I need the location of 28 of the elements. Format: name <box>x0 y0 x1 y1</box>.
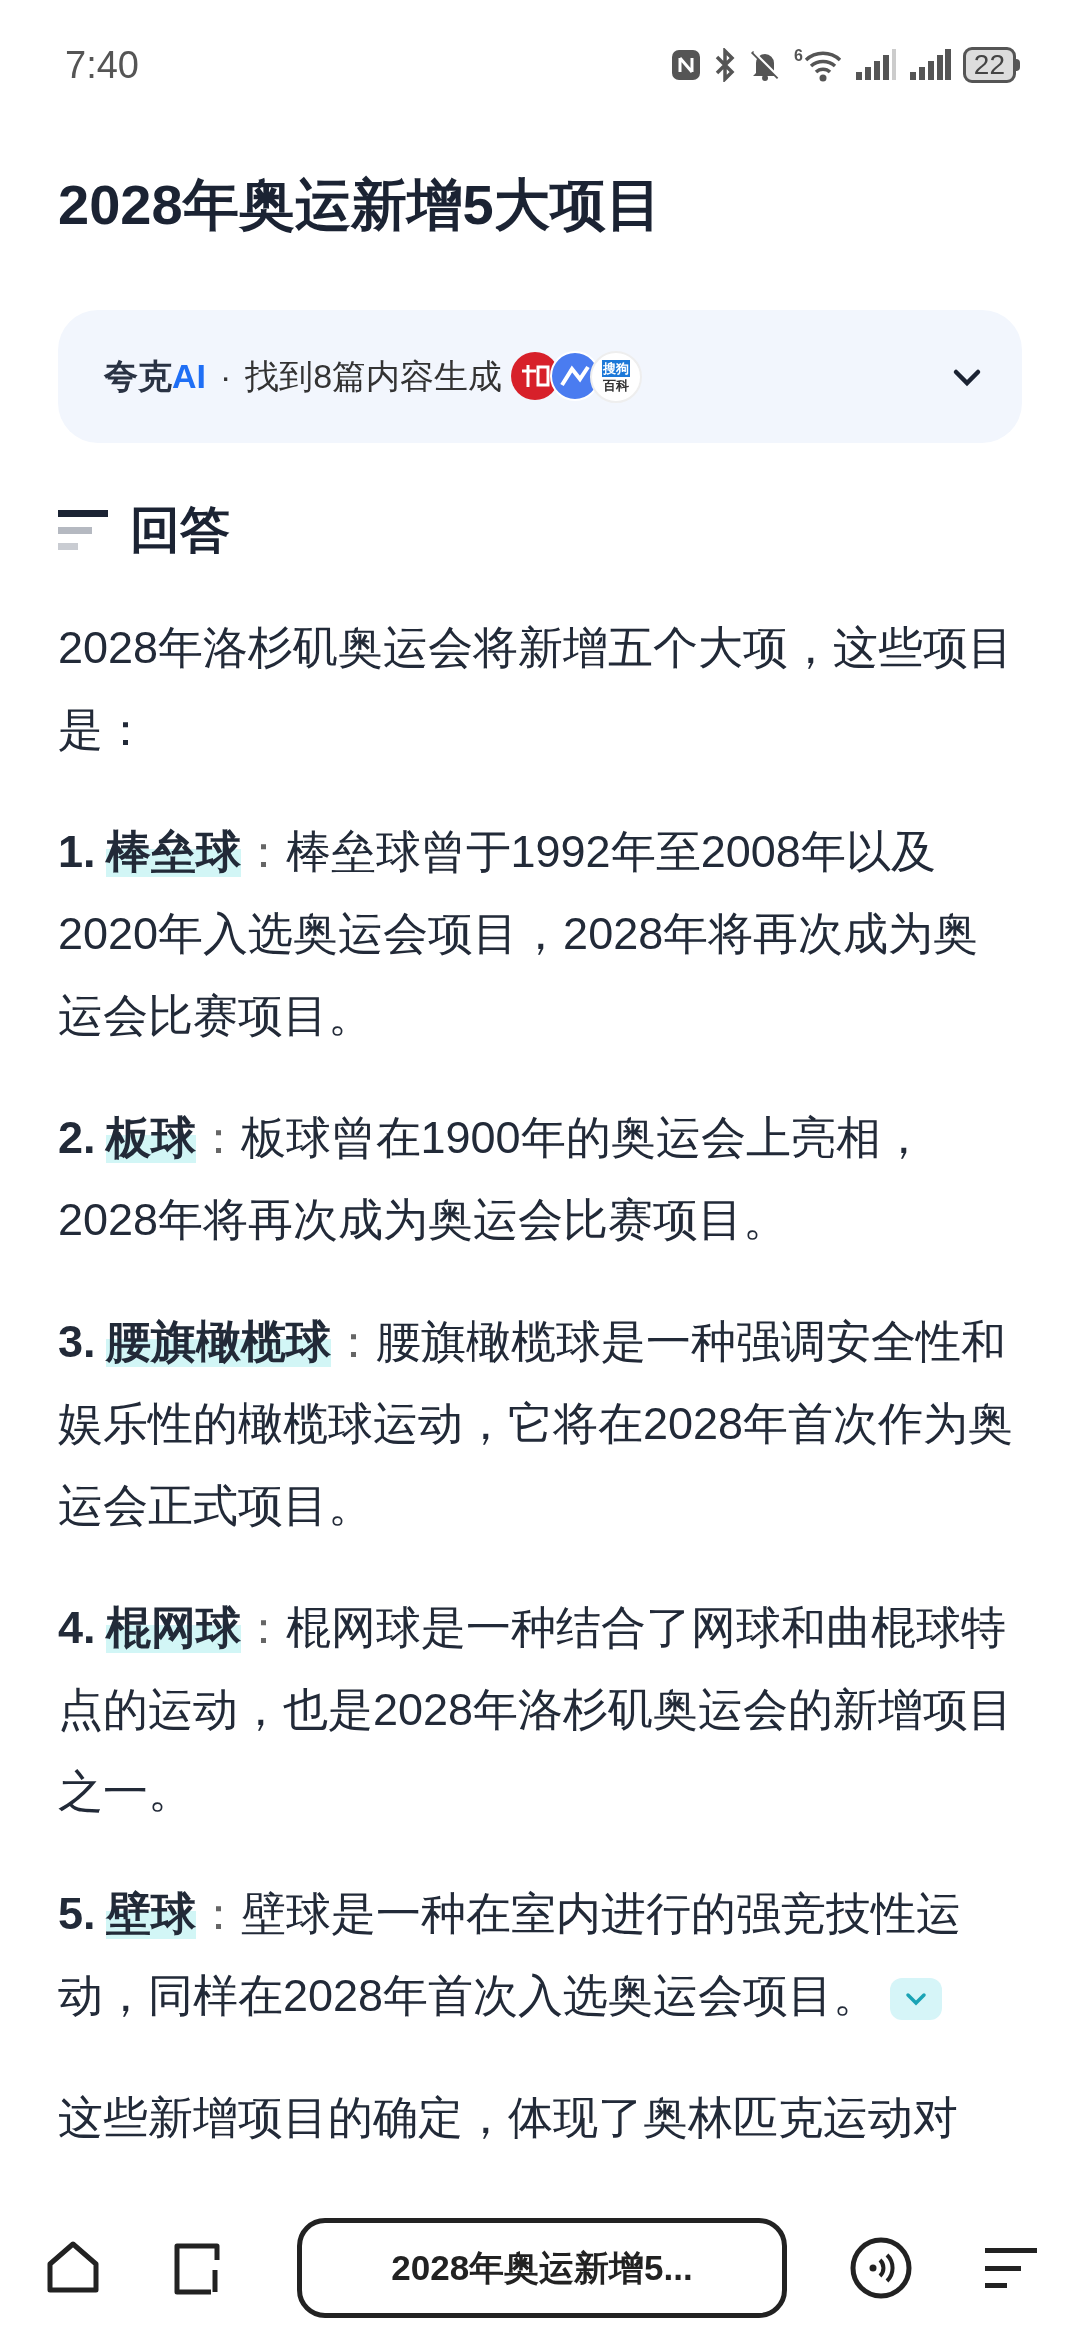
menu-icon[interactable] <box>985 2246 1037 2290</box>
signal-icon <box>908 48 951 82</box>
home-icon[interactable] <box>45 2240 101 2296</box>
nfc-icon <box>669 48 702 82</box>
conclusion-paragraph: 这些新增项目的确定，体现了奥林匹克运动对 <box>58 2091 959 2145</box>
logo-text: 搜狗 <box>602 359 631 377</box>
bluetooth-icon <box>713 48 736 82</box>
separator: · <box>220 356 232 397</box>
intro-paragraph: 2028年洛杉矶奥运会将新增五个大项，这些项目是： <box>58 621 1014 757</box>
list-item-paragraph: 1. 棒垒球：棒垒球曾于1992年至2008年以及2020年入选奥运会项目，2028年将再次成为奥运会比赛项目。 <box>58 825 980 1043</box>
brand-label: 夸克AI <box>104 356 206 397</box>
battery-level: 22 <box>962 47 1016 83</box>
current-tab-button[interactable]: 2028年奥运新增5... <box>297 2218 787 2318</box>
list-item-paragraph: 3. 腰旗橄榄球：腰旗橄榄球是一种强调安全性和娱乐性的橄榄球运动，它将在2028年首次作为奥运会正式项目。 <box>58 1315 1014 1533</box>
list-icon <box>58 507 110 553</box>
expand-icon[interactable] <box>890 1978 943 2021</box>
list-item-paragraph: 4. 棍网球：棍网球是一种结合了网球和曲棍球特点的运动，也是2028年洛杉矶奥运会的新增项目之一。 <box>58 1601 1014 1819</box>
page-title: 2028年奥运新增5大项目 <box>58 172 663 238</box>
answer-heading: 回答 <box>130 500 230 560</box>
audio-icon[interactable] <box>849 2236 913 2300</box>
source-summary: 找到8篇内容生成 <box>245 356 503 397</box>
signal-icon <box>854 48 897 82</box>
status-time: 7:40 <box>65 42 139 88</box>
logo-text: 百科 <box>603 376 630 394</box>
list-item-paragraph: 5. 壁球：壁球是一种在室内进行的强竞技性运动，同样在2028年首次入选奥运会项目。 <box>58 1887 962 2023</box>
wifi-generation-label: 6 <box>793 48 803 64</box>
list-item-paragraph: 2. 板球：板球曾在1900年的奥运会上亮相，2028年将再次成为奥运会比赛项目。 <box>58 1111 927 1247</box>
source-card[interactable]: 夸克AI · 找到8篇内容生成 搜狗 百科 <box>58 310 1022 443</box>
